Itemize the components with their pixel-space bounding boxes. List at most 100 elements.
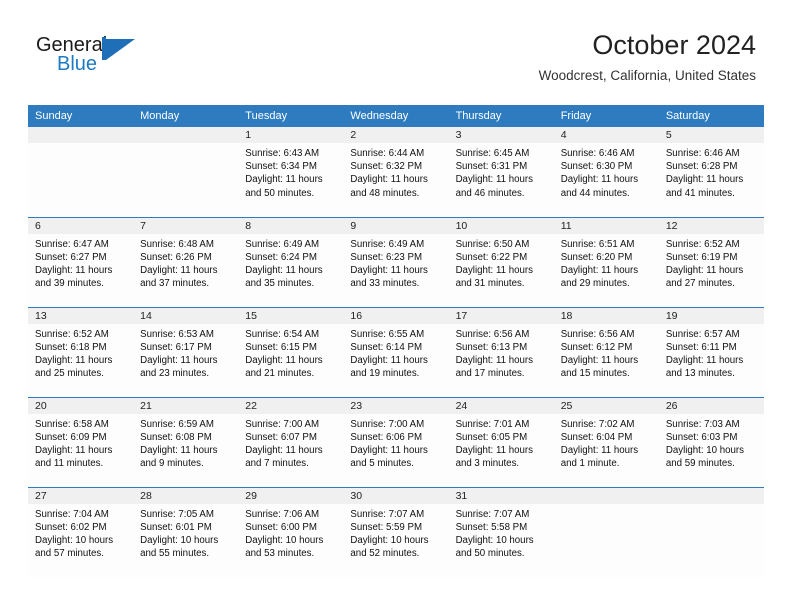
daylight-text-line1: Daylight: 10 hours	[350, 534, 429, 546]
calendar-day-cell[interactable]: 26 Sunrise: 7:03 AM Sunset: 6:03 PM Dayligh…	[658, 396, 764, 487]
calendar-week-row: 6 Sunrise: 6:47 AM Sunset: 6:27 PM Daylight…	[28, 216, 764, 307]
day-details: Sunrise: 7:07 AM Sunset: 5:59 PM Daylight:…	[343, 504, 448, 561]
day-number: 6	[28, 217, 134, 234]
day-details: Sunrise: 6:54 AM Sunset: 6:15 PM Daylight:…	[238, 324, 343, 381]
daylight-text-line1: Daylight: 11 hours	[35, 354, 113, 366]
calendar-day-cell[interactable]: 7 Sunrise: 6:48 AM Sunset: 6:26 PM Daylight…	[133, 216, 239, 307]
calendar-day-cell[interactable]: 4 Sunrise: 6:46 AM Sunset: 6:30 PM Daylight…	[553, 127, 659, 217]
calendar-day-cell[interactable]: 21 Sunrise: 6:59 AM Sunset: 6:08 PM Dayligh…	[133, 396, 239, 487]
sunrise-text: Sunrise: 6:47 AM	[35, 238, 109, 250]
day-number	[133, 127, 239, 143]
sunrise-text: Sunrise: 7:06 AM	[245, 508, 320, 520]
sunrise-text: Sunrise: 7:01 AM	[455, 418, 530, 430]
day-details: Sunrise: 7:05 AM Sunset: 6:01 PM Daylight:…	[133, 504, 238, 561]
weekday-header-tuesday: Tuesday	[238, 105, 344, 127]
day-number: 18	[553, 307, 659, 324]
calendar-day-cell[interactable]: 15 Sunrise: 6:54 AM Sunset: 6:15 PM Dayligh…	[238, 306, 344, 397]
daylight-text-line1: Daylight: 11 hours	[245, 174, 323, 186]
calendar-day-cell[interactable]: 22 Sunrise: 7:00 AM Sunset: 6:07 PM Dayligh…	[238, 396, 344, 487]
calendar-day-cell[interactable]: 2 Sunrise: 6:44 AM Sunset: 6:32 PM Daylight…	[343, 127, 449, 217]
sunrise-text: Sunrise: 7:05 AM	[140, 508, 214, 520]
sunset-text: Sunset: 6:00 PM	[245, 521, 317, 533]
calendar-day-cell[interactable]: 17 Sunrise: 6:56 AM Sunset: 6:13 PM Dayligh…	[448, 306, 554, 397]
daylight-text-line2: and 3 minutes.	[455, 458, 520, 470]
daylight-text-line1: Daylight: 11 hours	[455, 354, 533, 366]
calendar-day-cell[interactable]: 28 Sunrise: 7:05 AM Sunset: 6:01 PM Dayligh…	[133, 486, 239, 577]
calendar-cell-empty	[658, 486, 764, 577]
daylight-text-line2: and 21 minutes.	[245, 368, 315, 380]
calendar-day-cell[interactable]: 13 Sunrise: 6:52 AM Sunset: 6:18 PM Dayligh…	[28, 306, 134, 397]
calendar-day-cell[interactable]: 3 Sunrise: 6:45 AM Sunset: 6:31 PM Daylight…	[448, 127, 554, 217]
calendar-day-cell[interactable]: 19 Sunrise: 6:57 AM Sunset: 6:11 PM Dayligh…	[658, 306, 764, 397]
sunset-text: Sunset: 6:06 PM	[350, 431, 423, 443]
calendar-day-cell[interactable]: 20 Sunrise: 6:58 AM Sunset: 6:09 PM Dayligh…	[28, 396, 134, 487]
daylight-text-line2: and 55 minutes.	[140, 548, 210, 560]
sunrise-text: Sunrise: 6:55 AM	[350, 328, 425, 340]
calendar-day-cell[interactable]: 29 Sunrise: 7:06 AM Sunset: 6:00 PM Dayligh…	[238, 486, 344, 577]
flag-triangle-icon	[102, 37, 135, 60]
sunrise-text: Sunrise: 6:49 AM	[245, 238, 320, 250]
calendar-day-cell[interactable]: 23 Sunrise: 7:00 AM Sunset: 6:06 PM Dayligh…	[343, 396, 449, 487]
weekday-header-sunday: Sunday	[28, 105, 134, 127]
calendar-day-cell[interactable]: 24 Sunrise: 7:01 AM Sunset: 6:05 PM Dayligh…	[448, 396, 554, 487]
sunset-text: Sunset: 6:01 PM	[140, 521, 212, 533]
sunset-text: Sunset: 6:18 PM	[35, 341, 107, 353]
sunset-text: Sunset: 5:58 PM	[455, 521, 528, 533]
calendar-day-cell[interactable]: 12 Sunrise: 6:52 AM Sunset: 6:19 PM Dayligh…	[658, 216, 764, 307]
calendar-cell-empty	[553, 486, 659, 577]
day-details: Sunrise: 6:51 AM Sunset: 6:20 PM Daylight:…	[554, 234, 659, 291]
calendar-day-cell[interactable]: 11 Sunrise: 6:51 AM Sunset: 6:20 PM Dayligh…	[553, 216, 659, 307]
day-number: 17	[448, 307, 554, 324]
sunset-text: Sunset: 6:15 PM	[245, 341, 317, 353]
brand-logo[interactable]: General Blue	[36, 34, 156, 84]
day-details: Sunrise: 6:58 AM Sunset: 6:09 PM Daylight:…	[28, 414, 133, 471]
day-number: 26	[658, 397, 764, 414]
weekday-header-friday: Friday	[553, 105, 659, 127]
daylight-text-line2: and 59 minutes.	[665, 458, 735, 470]
day-details: Sunrise: 7:06 AM Sunset: 6:00 PM Daylight:…	[238, 504, 343, 561]
daylight-text-line1: Daylight: 11 hours	[140, 354, 218, 366]
day-number: 25	[553, 397, 659, 414]
day-details: Sunrise: 6:49 AM Sunset: 6:24 PM Daylight:…	[238, 234, 343, 291]
daylight-text-line2: and 19 minutes.	[350, 368, 420, 380]
calendar-day-cell[interactable]: 18 Sunrise: 6:56 AM Sunset: 6:12 PM Dayligh…	[553, 306, 659, 397]
calendar-day-cell[interactable]: 9 Sunrise: 6:49 AM Sunset: 6:23 PM Daylight…	[343, 216, 449, 307]
day-details: Sunrise: 6:47 AM Sunset: 6:27 PM Daylight:…	[28, 234, 133, 291]
calendar-day-cell[interactable]: 31 Sunrise: 7:07 AM Sunset: 5:58 PM Dayligh…	[448, 486, 554, 577]
sunrise-text: Sunrise: 6:59 AM	[140, 418, 214, 430]
day-details: Sunrise: 6:46 AM Sunset: 6:30 PM Daylight:…	[554, 143, 659, 200]
sunset-text: Sunset: 6:32 PM	[350, 161, 423, 173]
calendar-cell-empty	[133, 127, 239, 217]
daylight-text-line1: Daylight: 11 hours	[35, 264, 113, 276]
day-details: Sunrise: 7:00 AM Sunset: 6:06 PM Daylight:…	[343, 414, 448, 471]
calendar-day-cell[interactable]: 10 Sunrise: 6:50 AM Sunset: 6:22 PM Dayligh…	[448, 216, 554, 307]
sunrise-text: Sunrise: 7:00 AM	[245, 418, 320, 430]
day-number: 12	[658, 217, 764, 234]
sunrise-text: Sunrise: 6:46 AM	[665, 148, 740, 159]
calendar-day-cell[interactable]: 8 Sunrise: 6:49 AM Sunset: 6:24 PM Daylight…	[238, 216, 344, 307]
calendar-day-cell[interactable]: 6 Sunrise: 6:47 AM Sunset: 6:27 PM Daylight…	[28, 216, 134, 307]
calendar-page: General Blue October 2024 Woodcrest, Cal…	[0, 0, 792, 612]
calendar-day-cell[interactable]: 27 Sunrise: 7:04 AM Sunset: 6:02 PM Dayligh…	[28, 486, 134, 577]
calendar-day-cell[interactable]: 1 Sunrise: 6:43 AM Sunset: 6:34 PM Daylight…	[238, 127, 344, 217]
daylight-text-line2: and 31 minutes.	[455, 278, 525, 290]
sunrise-text: Sunrise: 6:52 AM	[35, 328, 109, 340]
daylight-text-line1: Daylight: 11 hours	[455, 444, 533, 456]
calendar-day-cell[interactable]: 30 Sunrise: 7:07 AM Sunset: 5:59 PM Dayligh…	[343, 486, 449, 577]
daylight-text-line2: and 9 minutes.	[140, 458, 204, 470]
day-number: 23	[343, 397, 449, 414]
daylight-text-line2: and 13 minutes.	[665, 368, 735, 380]
day-number: 7	[133, 217, 239, 234]
calendar-day-cell[interactable]: 25 Sunrise: 7:02 AM Sunset: 6:04 PM Dayligh…	[553, 396, 659, 487]
day-details: Sunrise: 6:59 AM Sunset: 6:08 PM Daylight:…	[133, 414, 238, 471]
calendar-day-cell[interactable]: 5 Sunrise: 6:46 AM Sunset: 6:28 PM Daylight…	[658, 127, 764, 217]
day-number: 11	[553, 217, 659, 234]
sunrise-text: Sunrise: 7:03 AM	[665, 418, 740, 430]
sunset-text: Sunset: 6:07 PM	[245, 431, 317, 443]
day-number: 13	[28, 307, 134, 324]
weekday-header-thursday: Thursday	[448, 105, 554, 127]
calendar-day-cell[interactable]: 16 Sunrise: 6:55 AM Sunset: 6:14 PM Dayligh…	[343, 306, 449, 397]
day-number	[658, 487, 764, 504]
page-title: October 2024	[592, 30, 756, 60]
calendar-day-cell[interactable]: 14 Sunrise: 6:53 AM Sunset: 6:17 PM Dayligh…	[133, 306, 239, 397]
